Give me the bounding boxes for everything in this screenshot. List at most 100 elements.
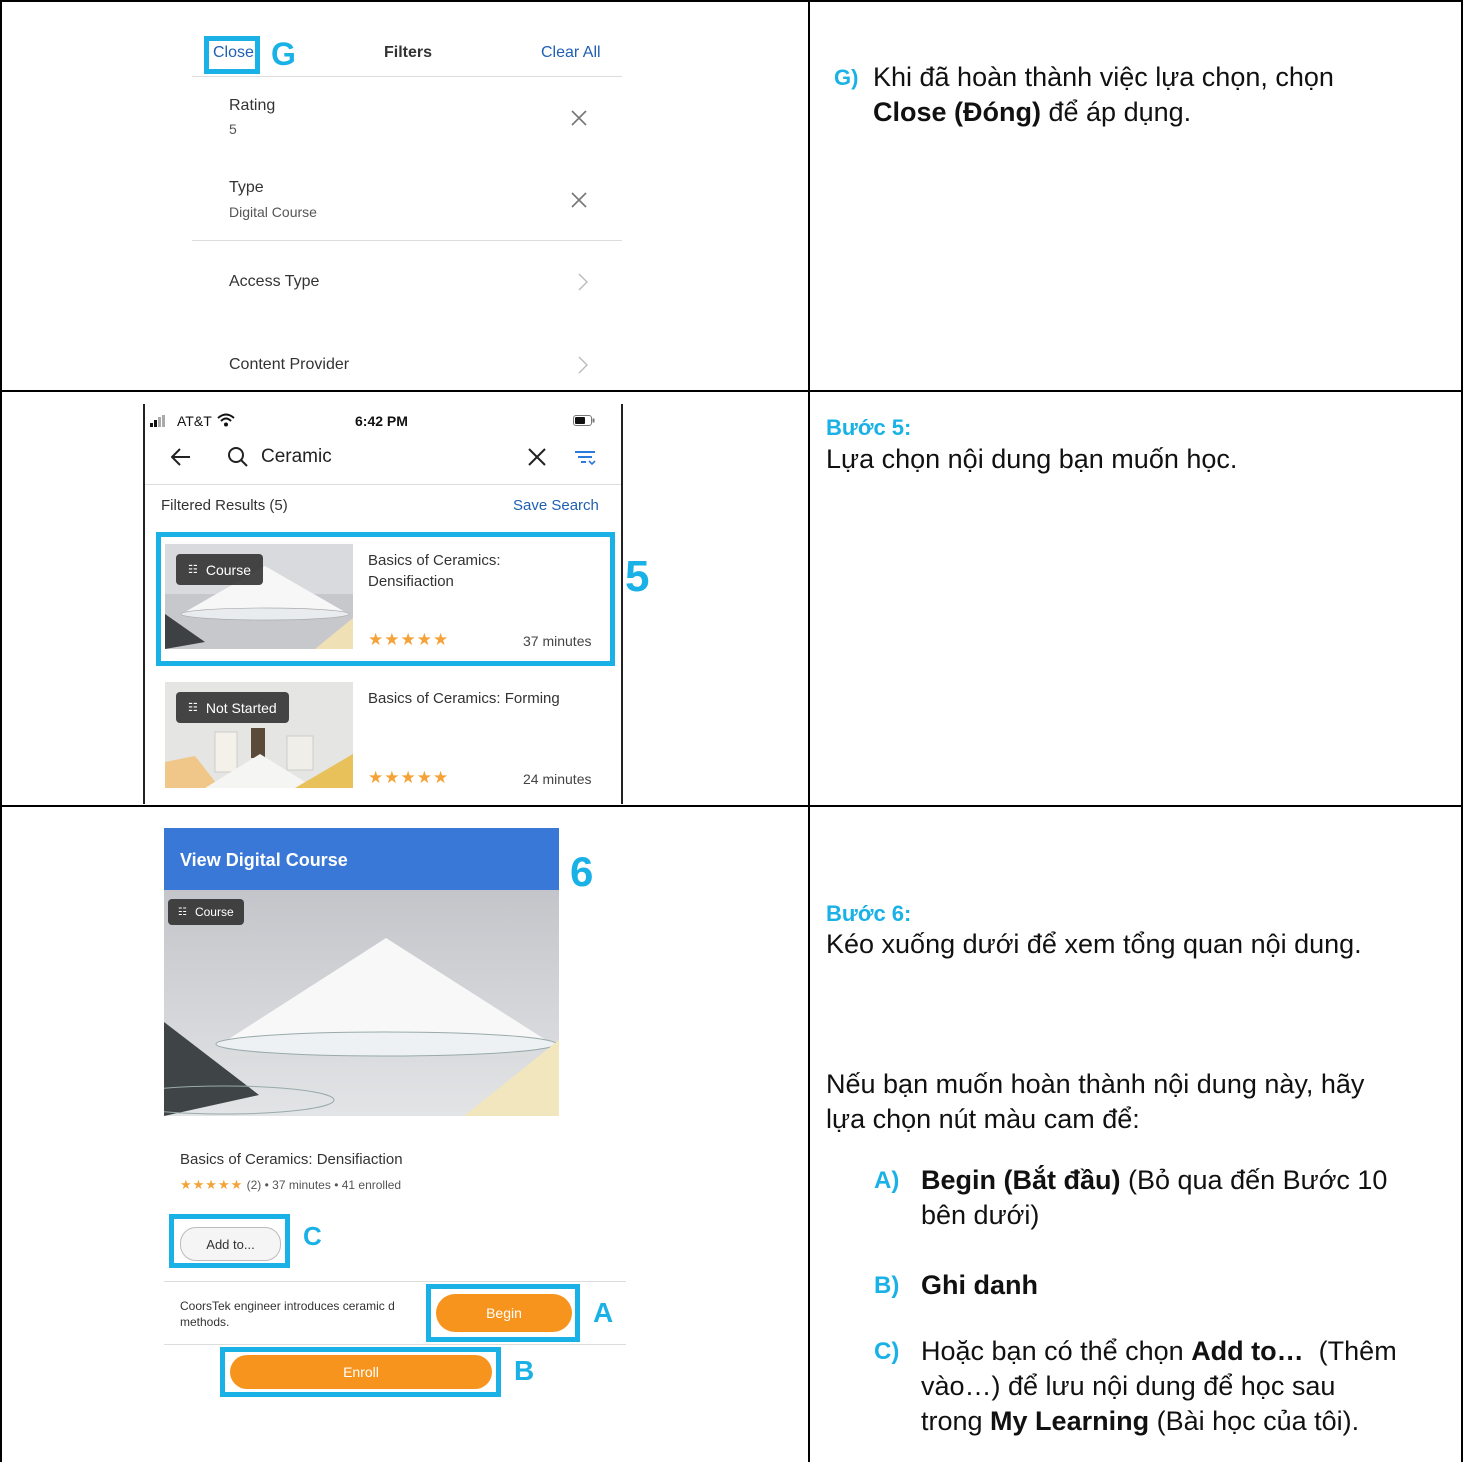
marker-6: 6 — [570, 848, 594, 895]
marker-a: A — [593, 1297, 614, 1328]
option-letter: B) — [874, 1272, 900, 1299]
tag-label: Course — [205, 561, 252, 578]
marker-b: B — [514, 1355, 535, 1386]
tag-label: Not Started — [205, 699, 277, 716]
course-type-icon: ☷ — [188, 564, 198, 576]
clear-all-button[interactable]: Clear All — [541, 44, 601, 62]
option-text: vào…) để lưu nội dung để học sau — [921, 1371, 1336, 1401]
filter-icon[interactable] — [575, 450, 597, 466]
course-header: View Digital Course — [164, 828, 559, 890]
course-description: CoorsTek engineer introduces ceramic d m… — [180, 1298, 430, 1330]
option-c: C) Hoặc bạn có thể chọn Add to… (Thêm và… — [874, 1334, 1454, 1439]
chevron-right-icon — [578, 273, 588, 291]
close-button[interactable]: Close — [213, 44, 254, 62]
phone-right-border — [621, 404, 623, 804]
search-input[interactable]: Ceramic — [261, 446, 332, 468]
option-text: (Bỏ qua đến Bước 10 — [1120, 1165, 1388, 1195]
begin-button[interactable]: Begin — [436, 1294, 572, 1332]
marker-c: C — [303, 1221, 322, 1251]
filtered-results-label: Filtered Results (5) — [161, 497, 288, 514]
intro-line: Nếu bạn muốn hoàn thành nội dung này, hã… — [826, 1069, 1365, 1099]
marker-5: 5 — [625, 552, 650, 601]
option-text: trong — [921, 1406, 991, 1436]
table-border-top — [0, 0, 1462, 2]
table-column-divider — [808, 0, 810, 1462]
course-type-icon: ☷ — [188, 702, 198, 714]
filter-row-content-provider[interactable]: Content Provider — [192, 324, 622, 388]
close-icon[interactable] — [569, 190, 589, 210]
search-screenshot: AT&T 6:42 PM Ceramic Filtered Results (5… — [143, 404, 649, 804]
close-icon[interactable] — [569, 108, 589, 128]
status-tag: ☷ Not Started — [176, 692, 289, 723]
signal-icon — [150, 415, 165, 427]
enroll-label: Enroll — [343, 1364, 379, 1380]
course-type-icon: ☷ — [178, 906, 187, 918]
option-text: bên dưới) — [921, 1200, 1040, 1230]
row1-line2: để áp dụng. — [1041, 97, 1192, 127]
table-row-divider-2 — [0, 805, 1462, 807]
tag-label: Course — [194, 905, 234, 919]
step-heading: Bước 6: — [826, 901, 912, 926]
row1-line1: Khi đã hoàn thành việc lựa chọn, chọn — [873, 62, 1334, 92]
option-bold: Begin (Bắt đầu) — [921, 1165, 1121, 1195]
option-letter: C) — [874, 1338, 900, 1365]
filter-value: Digital Course — [229, 204, 317, 220]
row2-instruction: Bước 5: Lựa chọn nội dung bạn muốn học. — [826, 414, 1426, 477]
divider — [145, 484, 621, 485]
filter-value: 5 — [229, 121, 237, 137]
result-title: Basics of Ceramics: Forming — [368, 690, 560, 707]
filter-label: Access Type — [229, 273, 320, 290]
filter-label: Rating — [229, 97, 276, 114]
option-b: B) Ghi danh — [874, 1268, 1454, 1303]
step-letter-g: G) — [834, 65, 859, 90]
description-line: CoorsTek engineer introduces ceramic d — [180, 1299, 395, 1313]
table-row-divider-1 — [0, 390, 1462, 392]
option-letter: A) — [874, 1167, 900, 1194]
chevron-right-icon — [578, 356, 588, 374]
rating-stars: ★★★★★ — [180, 1177, 244, 1192]
intro-line: lựa chọn nút màu cam để: — [826, 1104, 1140, 1134]
course-meta: (2) • 37 minutes • 41 enrolled — [246, 1178, 402, 1192]
step-body: Lựa chọn nội dung bạn muốn học. — [826, 444, 1238, 474]
filter-label: Content Provider — [229, 356, 350, 373]
step-body: Kéo xuống dưới để xem tổng quan nội dung… — [826, 929, 1362, 959]
add-to-button[interactable]: Add to... — [180, 1227, 281, 1261]
divider — [164, 1344, 626, 1345]
filter-row-access-type[interactable]: Access Type — [192, 241, 622, 323]
description-line: methods. — [180, 1315, 230, 1329]
back-arrow-icon[interactable] — [171, 448, 191, 466]
result-title-line: Densifiaction — [368, 573, 454, 590]
row3-options-intro: Nếu bạn muốn hoàn thành nội dung này, hã… — [826, 1067, 1446, 1137]
row1-instruction: G) Khi đã hoàn thành việc lựa chọn, chọn… — [834, 60, 1434, 130]
option-text: (Bài học của tôi). — [1149, 1406, 1360, 1436]
course-meta-row: ★★★★★ (2) • 37 minutes • 41 enrolled — [180, 1177, 401, 1193]
clear-search-icon[interactable] — [528, 448, 546, 466]
course-header-title: View Digital Course — [180, 850, 348, 870]
phone-left-border — [143, 404, 145, 804]
result-card[interactable]: ☷ Course Basics of Ceramics: Densifiacti… — [165, 542, 613, 652]
option-bold: Ghi danh — [921, 1270, 1038, 1300]
filter-row-rating[interactable]: Rating 5 — [192, 77, 622, 157]
result-title: Basics of Ceramics: Densifiaction — [368, 550, 501, 592]
wifi-icon — [217, 413, 235, 427]
begin-label: Begin — [486, 1305, 522, 1321]
option-text: Hoặc bạn có thể chọn — [921, 1336, 1192, 1366]
filters-title: Filters — [384, 44, 433, 61]
add-to-label: Add to... — [206, 1236, 255, 1252]
row1-bold: Close (Đóng) — [873, 97, 1041, 127]
search-icon — [228, 447, 248, 467]
filter-row-type[interactable]: Type Digital Course — [192, 158, 622, 238]
filter-label: Type — [229, 179, 264, 196]
save-search-button[interactable]: Save Search — [513, 497, 599, 514]
marker-g: G — [271, 36, 296, 72]
rating-stars: ★★★★★ — [368, 768, 450, 787]
duration: 24 minutes — [523, 771, 592, 787]
carrier-label: AT&T — [177, 413, 212, 429]
course-tag: ☷ Course — [168, 899, 244, 925]
course-screenshot: View Digital Course 6 ☷ Course Basics of… — [160, 826, 640, 1446]
row3-instruction: Bước 6: Kéo xuống dưới để xem tổng quan … — [826, 901, 1446, 962]
enroll-button[interactable]: Enroll — [230, 1355, 492, 1389]
result-card[interactable]: ☷ Not Started Basics of Ceramics: Formin… — [165, 680, 613, 790]
option-text: (Thêm — [1303, 1336, 1397, 1366]
filters-screenshot: Close G Filters Clear All Rating 5 Type … — [192, 28, 622, 388]
